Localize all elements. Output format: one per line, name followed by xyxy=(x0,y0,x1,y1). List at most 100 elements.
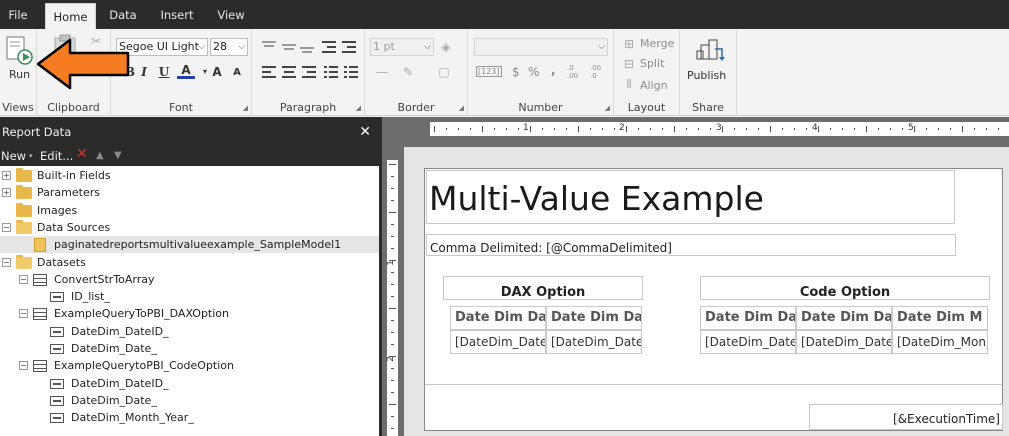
decrease-decimal-button[interactable]: .00 .0 xyxy=(590,64,608,80)
increase-indent-icon[interactable] xyxy=(342,41,356,53)
publish-button[interactable]: Publish xyxy=(686,33,732,83)
report-title[interactable]: Multi-Value Example xyxy=(426,170,955,224)
border-fill-icon[interactable]: ◈ xyxy=(437,38,455,56)
collapse-icon[interactable]: − xyxy=(19,361,28,371)
table-cell[interactable]: [DateDim_Date xyxy=(450,330,546,354)
tab-home[interactable]: Home xyxy=(45,3,96,29)
dax-option-title[interactable]: DAX Option xyxy=(443,276,643,300)
table-cell[interactable]: [DateDim_Date_ xyxy=(546,330,642,354)
tree-item[interactable]: DateDim_Date_ xyxy=(0,392,379,409)
collapse-icon[interactable]: − xyxy=(19,309,28,319)
align-button[interactable]: Align xyxy=(640,79,668,92)
table-cell[interactable]: [DateDim_Mon xyxy=(892,330,988,354)
align-bottom-icon[interactable] xyxy=(300,41,314,53)
tree-item[interactable]: − Datasets xyxy=(0,254,379,271)
ruler-tick xyxy=(389,212,396,213)
align-left-icon[interactable] xyxy=(262,66,276,78)
tree-item[interactable]: paginatedreportsmultivalueexample_Sample… xyxy=(0,236,379,254)
align-top-icon[interactable] xyxy=(262,41,276,53)
tree-item[interactable]: − Data Sources xyxy=(0,219,379,236)
tab-file[interactable]: File xyxy=(0,0,36,29)
decrease-indent-icon[interactable] xyxy=(322,41,336,53)
font-launcher-icon[interactable]: ◢ xyxy=(243,104,248,112)
tree-item[interactable]: − ConvertStrToArray xyxy=(0,271,379,288)
collapse-icon[interactable]: − xyxy=(2,222,11,232)
split-button[interactable]: Split xyxy=(640,57,664,70)
ruler-tick xyxy=(391,188,394,189)
border-color-icon[interactable]: ✎ xyxy=(399,63,417,81)
execution-time-textbox[interactable]: [&ExecutionTime] xyxy=(809,404,1003,430)
font-color-button[interactable]: A xyxy=(177,62,195,79)
expand-icon[interactable]: + xyxy=(2,188,11,198)
percent-button[interactable]: % xyxy=(528,65,539,79)
chevron-down-icon: ⌵ xyxy=(598,42,605,52)
delete-icon[interactable]: ✕ xyxy=(76,145,88,163)
close-icon[interactable]: ✕ xyxy=(359,117,371,147)
ruler-tick xyxy=(902,128,903,130)
table-cell[interactable]: [DateDim_Date xyxy=(700,330,796,354)
tab-insert[interactable]: Insert xyxy=(152,0,202,29)
merge-button[interactable]: Merge xyxy=(640,37,674,50)
move-up-icon[interactable]: ▲ xyxy=(96,147,104,165)
vertical-ruler: 1 2 xyxy=(386,160,398,436)
number-format-select[interactable]: ⌵ xyxy=(474,38,608,56)
grow-font-button[interactable]: A xyxy=(208,63,226,81)
ruler-tick xyxy=(794,128,795,130)
border-launcher-icon[interactable]: ◢ xyxy=(459,104,464,112)
move-down-icon[interactable]: ▼ xyxy=(114,147,122,165)
comma-button[interactable]: , xyxy=(551,63,556,77)
align-right-icon[interactable] xyxy=(302,66,316,78)
folder-icon xyxy=(16,202,32,217)
run-button[interactable]: Run xyxy=(4,35,34,83)
ruler-tick xyxy=(938,128,939,130)
tree-item[interactable]: Images xyxy=(0,202,379,219)
underline-button[interactable]: U xyxy=(155,63,173,81)
font-size-select[interactable]: 28 ⌵ xyxy=(210,38,248,56)
ruler-tick xyxy=(614,128,615,130)
number-group: ⌵ [123] $ % , .0 .00 .00 .0 Number ◢ xyxy=(468,29,614,116)
code-option-title[interactable]: Code Option xyxy=(700,276,990,300)
italic-button[interactable]: I xyxy=(135,63,153,81)
tree-item[interactable]: DateDim_Month_Year_ xyxy=(0,409,379,426)
ruler-tick xyxy=(962,126,963,132)
ruler-tick xyxy=(389,260,396,261)
comma-delimited-textbox[interactable]: Comma Delimited: [@CommaDelimited] xyxy=(426,234,956,256)
borders-icon[interactable]: ▢ xyxy=(435,63,453,81)
paragraph-group: Paragraph ◢ xyxy=(252,29,365,116)
ruler-tick xyxy=(482,126,483,132)
table-header-cell[interactable]: Date Dim Da xyxy=(450,306,546,330)
bullets-icon[interactable] xyxy=(324,66,338,78)
table-header-cell[interactable]: Date Dim Da xyxy=(700,306,796,330)
edit-button[interactable]: Edit... xyxy=(40,147,73,165)
new-dropdown-icon[interactable]: ▾ xyxy=(29,147,33,165)
table-header-cell[interactable]: Date Dim Da xyxy=(546,306,642,330)
collapse-icon[interactable]: − xyxy=(19,274,28,284)
align-middle-icon[interactable] xyxy=(282,41,296,53)
shrink-font-button[interactable]: A xyxy=(228,64,246,82)
tree-item[interactable]: − ExampleQuerytoPBI_CodeOption xyxy=(0,357,379,374)
align-center-icon[interactable] xyxy=(282,66,296,78)
tree-item[interactable]: ID_list_ xyxy=(0,288,379,305)
table-header-cell[interactable]: Date Dim Da xyxy=(796,306,892,330)
currency-button[interactable]: $ xyxy=(512,65,520,79)
new-button[interactable]: New xyxy=(1,147,26,165)
tab-view[interactable]: View xyxy=(210,0,252,29)
tab-data[interactable]: Data xyxy=(104,0,142,29)
tree-item[interactable]: DateDim_Date_ xyxy=(0,340,379,357)
table-cell[interactable]: [DateDim_Date_ xyxy=(796,330,892,354)
tree-item[interactable]: − ExampleQueryToPBI_DAXOption xyxy=(0,305,379,322)
table-header-cell[interactable]: Date Dim M xyxy=(892,306,988,330)
tree-item[interactable]: DateDim_DateID_ xyxy=(0,375,379,392)
tree-item[interactable]: DateDim_DateID_ xyxy=(0,323,379,340)
placeholder-format-icon[interactable]: [123] xyxy=(476,66,502,77)
tree-item[interactable]: + Parameters xyxy=(0,184,379,201)
increase-decimal-button[interactable]: .0 .00 xyxy=(567,64,585,80)
number-launcher-icon[interactable]: ◢ xyxy=(605,104,610,112)
tree-item[interactable]: + Built-in Fields xyxy=(0,167,379,184)
border-style-icon[interactable]: — xyxy=(373,63,391,81)
numbering-icon[interactable] xyxy=(344,66,358,78)
collapse-icon[interactable]: − xyxy=(2,257,11,267)
expand-icon[interactable]: + xyxy=(2,171,11,180)
paragraph-launcher-icon[interactable]: ◢ xyxy=(356,104,361,112)
border-width-select[interactable]: 1 pt ⌵ xyxy=(370,38,434,56)
